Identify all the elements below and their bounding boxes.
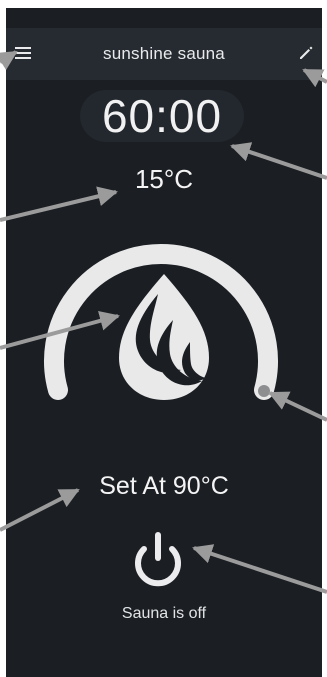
flame-icon <box>119 274 209 400</box>
setpoint-label: Set At 90°C <box>99 472 229 500</box>
screenshot-canvas: sunshine sauna 60:00 15°C Set At 90°C Sa… <box>0 0 327 677</box>
sauna-app-screen: sunshine sauna 60:00 15°C Set At 90°C Sa… <box>6 8 322 677</box>
sauna-status: Sauna is off <box>121 605 207 622</box>
thermostat-handle[interactable] <box>258 385 270 397</box>
power-icon[interactable] <box>124 528 192 596</box>
